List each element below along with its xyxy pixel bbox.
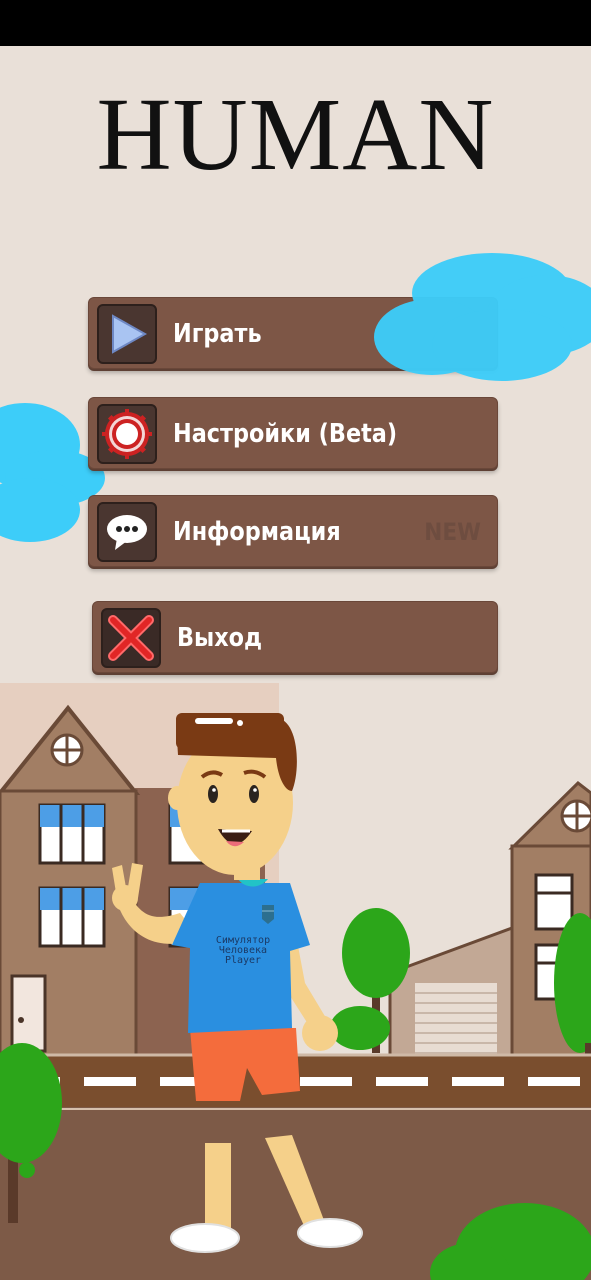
shirt-line-3: Player bbox=[224, 955, 262, 966]
gear-icon bbox=[97, 404, 157, 464]
settings-button[interactable]: Настройки (Beta) bbox=[88, 397, 498, 469]
new-badge: NEW bbox=[424, 518, 481, 546]
play-icon bbox=[97, 304, 157, 364]
cloud-right bbox=[374, 253, 591, 381]
game-title: HUMAN bbox=[96, 77, 495, 192]
exit-label: Выход bbox=[177, 623, 263, 653]
shirt-text: Симулятор Человека Player bbox=[206, 936, 280, 966]
settings-label: Настройки (Beta) bbox=[173, 419, 398, 449]
info-label: Информация bbox=[173, 517, 341, 547]
exit-button[interactable]: Выход bbox=[92, 601, 498, 673]
play-label: Играть bbox=[173, 319, 262, 349]
street-scene bbox=[0, 683, 591, 1280]
info-button[interactable]: Информация NEW bbox=[88, 495, 498, 567]
close-icon bbox=[101, 608, 161, 668]
chat-bubble-icon bbox=[97, 502, 157, 562]
status-bar bbox=[0, 0, 591, 46]
